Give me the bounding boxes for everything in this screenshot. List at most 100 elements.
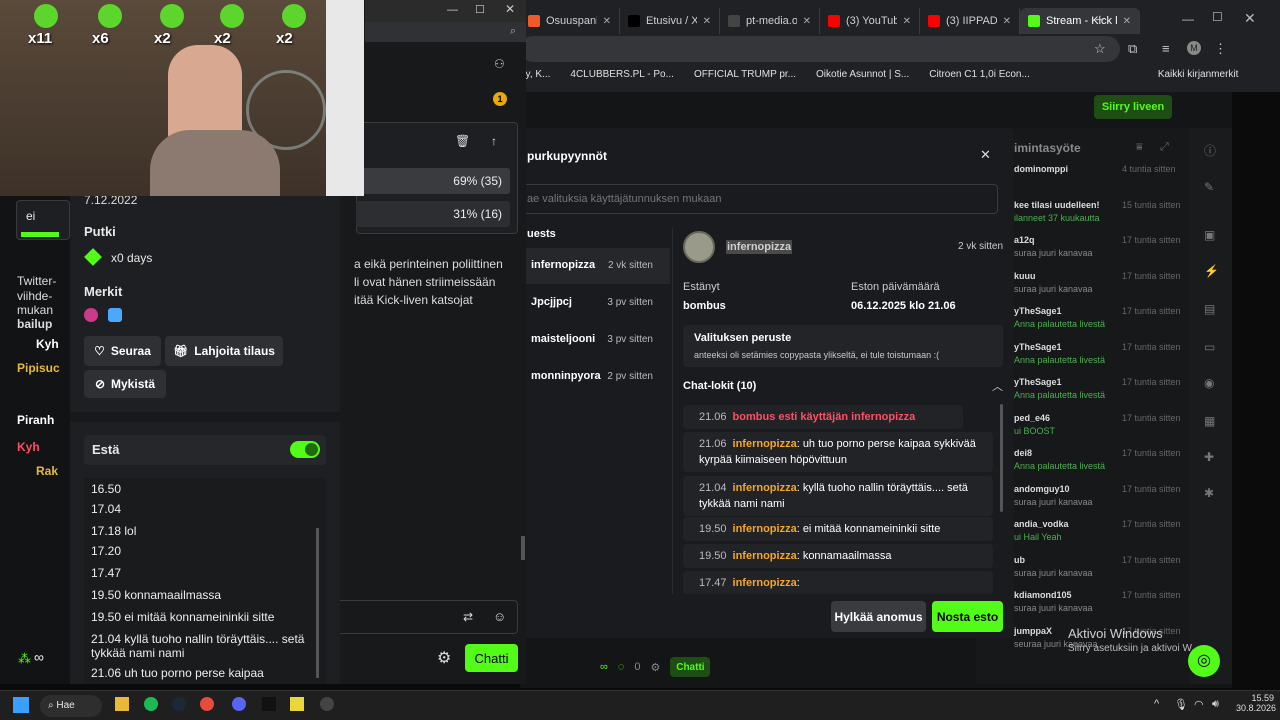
- address-bar[interactable]: [520, 36, 1120, 62]
- bolt-icon[interactable]: ⚡: [1204, 264, 1219, 278]
- chrome-icon[interactable]: [200, 697, 214, 711]
- request-item[interactable]: monninpyora 2 pv sitten: [520, 359, 670, 395]
- users-icon[interactable]: ⚇: [494, 57, 505, 71]
- tools-icon[interactable]: ✚: [1204, 450, 1214, 464]
- obs-icon[interactable]: [320, 697, 334, 711]
- block-toggle[interactable]: [290, 441, 320, 458]
- close-tab-icon[interactable]: ✕: [703, 16, 711, 27]
- chat-username: mukan: [17, 303, 54, 317]
- close-tab-icon[interactable]: ✕: [903, 16, 911, 27]
- chevron-up-icon[interactable]: ^: [1154, 698, 1159, 710]
- apps-icon[interactable]: ✱: [1204, 486, 1214, 500]
- filter-icon[interactable]: ⩸: [1136, 141, 1143, 154]
- browser-tab[interactable]: (3) YouTube ✕: [820, 8, 920, 34]
- chatlog-scrollbar[interactable]: [1000, 404, 1003, 512]
- windows-start-icon[interactable]: [13, 697, 29, 713]
- browser-tab[interactable]: pt-media.org ✕: [720, 8, 820, 34]
- volume-icon[interactable]: 🔊︎: [1212, 698, 1219, 711]
- clip-icon[interactable]: ▣: [1204, 228, 1215, 242]
- new-tab-button[interactable]: +: [1095, 12, 1104, 30]
- refresh-icon[interactable]: ◌: [618, 661, 625, 673]
- request-item[interactable]: maisteljooni 3 pv sitten: [520, 322, 670, 358]
- poll-option-1[interactable]: 69% (35): [356, 168, 510, 194]
- browser-tab[interactable]: Etusivu / X ✕: [620, 8, 720, 34]
- browser-tab[interactable]: Osuuspank ✕: [520, 8, 620, 34]
- bookmark-item[interactable]: Citroen C1 1,0i Econ...: [929, 69, 1030, 80]
- popout-icon[interactable]: ⤢: [1160, 141, 1169, 154]
- app-icon[interactable]: [262, 697, 276, 711]
- maximize-icon[interactable]: ☐: [475, 3, 485, 16]
- steam-icon[interactable]: [172, 697, 186, 711]
- bookmark-folder[interactable]: Kaikki kirjanmerkit: [1158, 69, 1239, 80]
- browser-tab[interactable]: (3) IIPPADAA l ✕: [920, 8, 1020, 34]
- extensions-icon[interactable]: ⧉: [1128, 41, 1137, 57]
- list-icon[interactable]: ▤: [1204, 302, 1215, 316]
- go-live-button[interactable]: Siirry liveen: [1094, 95, 1172, 119]
- chat-send-button[interactable]: Chatti: [465, 644, 518, 672]
- zoom-icon[interactable]: ⌕: [510, 25, 516, 38]
- microphone-icon[interactable]: 🎙︎: [1174, 698, 1188, 711]
- history-scrollbar[interactable]: [316, 528, 319, 678]
- close-tab-icon[interactable]: ✕: [603, 16, 611, 27]
- settings-icon[interactable]: ⚙: [437, 648, 451, 668]
- activity-item-name: andia_vodka: [1014, 519, 1069, 529]
- close-tab-icon[interactable]: ✕: [1003, 16, 1011, 27]
- activity-item-name: a12q: [1014, 235, 1035, 245]
- bookmark-item[interactable]: 4CLUBBERS.PL - Po...: [570, 69, 674, 80]
- settings-icon[interactable]: ⚙: [651, 661, 661, 674]
- maximize-button[interactable]: ☐: [1212, 10, 1223, 24]
- message-icon[interactable]: ▭: [1204, 340, 1215, 354]
- trash-icon[interactable]: 🗑: [455, 134, 470, 148]
- follow-button[interactable]: ♡ Seuraa: [84, 336, 161, 366]
- folder-icon[interactable]: [115, 697, 129, 711]
- arrow-up-icon[interactable]: ↑: [491, 134, 497, 148]
- taskbar-search[interactable]: ⌕ Hae: [40, 695, 102, 717]
- record-icon[interactable]: ◉: [1204, 376, 1214, 390]
- discord-icon[interactable]: [232, 697, 246, 711]
- help-button[interactable]: ◎: [1188, 645, 1220, 677]
- bookmark-item[interactable]: Oikotie Asunnot | S...: [816, 69, 909, 80]
- clock[interactable]: 15.59 30.8.2026: [1236, 693, 1276, 713]
- profile-avatar[interactable]: M: [1187, 41, 1201, 55]
- unban-button[interactable]: Nosta esto: [932, 601, 1003, 632]
- gift-sub-button[interactable]: 🎁︎ Lahjoita tilaus: [165, 336, 283, 366]
- chatlog-time: 17.47: [699, 577, 727, 589]
- popout-address[interactable]: ⌕: [365, 22, 526, 42]
- users-icon[interactable]: ⁂: [18, 651, 31, 667]
- info-icon[interactable]: ⓘ: [1204, 142, 1216, 159]
- poll-input[interactable]: ei: [16, 200, 70, 240]
- minimize-icon[interactable]: —: [447, 4, 458, 16]
- notepad-icon[interactable]: [290, 697, 304, 711]
- chevron-up-icon[interactable]: ︿: [992, 378, 1003, 394]
- emoji-icon[interactable]: ☺: [493, 609, 506, 624]
- request-item[interactable]: infernopizza 2 vk sitten: [520, 248, 670, 284]
- close-window-button[interactable]: ✕: [1244, 10, 1256, 27]
- banned-by-label: Estänyt: [683, 281, 720, 293]
- bookmark-item[interactable]: OFFICIAL TRUMP pr...: [694, 69, 796, 80]
- bottom-chat-button[interactable]: Chatti: [670, 657, 711, 677]
- menu-icon[interactable]: ⋮: [1214, 41, 1227, 57]
- translate-icon[interactable]: ⇄: [463, 610, 473, 624]
- deny-button[interactable]: Hylkää anomus: [831, 601, 926, 632]
- close-tab-icon[interactable]: ✕: [803, 16, 811, 27]
- mute-button[interactable]: ⊘ Mykistä: [84, 370, 166, 398]
- request-item[interactable]: Jpcjjpcj 3 pv sitten: [520, 285, 670, 321]
- store-icon[interactable]: ▦: [1204, 414, 1215, 428]
- browser-tab[interactable]: Stream - Kick l ✕: [1020, 8, 1140, 34]
- divider: [672, 228, 673, 632]
- close-icon[interactable]: ✕: [980, 147, 991, 163]
- reading-list-icon[interactable]: ≡: [1162, 41, 1170, 56]
- spotify-icon[interactable]: [144, 697, 158, 711]
- chat-scrollbar[interactable]: [521, 536, 525, 560]
- minimize-button[interactable]: —: [1182, 12, 1194, 26]
- search-input[interactable]: [520, 184, 998, 214]
- wifi-icon[interactable]: ◠: [1194, 698, 1204, 711]
- activity-item-time: 17 tuntia sitten: [1122, 448, 1181, 458]
- star-icon[interactable]: ☆: [1094, 41, 1106, 57]
- users-icon[interactable]: ∞: [600, 661, 608, 673]
- close-tab-icon[interactable]: ✕: [1123, 16, 1131, 27]
- poll-option-2[interactable]: 31% (16): [356, 201, 510, 227]
- edit-icon[interactable]: ✎: [1204, 180, 1214, 194]
- message-history: 16.50 17.04 17.18 lol 17.20 17.47 19.50 konna…: [84, 478, 326, 684]
- close-icon[interactable]: ✕: [505, 2, 515, 16]
